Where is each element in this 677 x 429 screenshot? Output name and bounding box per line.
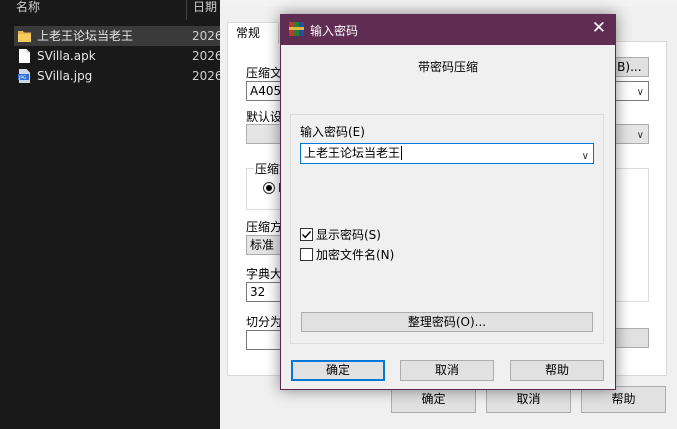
close-icon[interactable]: ✕ (592, 18, 606, 38)
file-name: 上老王论坛当老王 (37, 29, 134, 43)
image-file-icon: JPG (18, 69, 30, 83)
file-name: SVilla.jpg (37, 69, 93, 83)
tab-general[interactable]: 常规 (227, 22, 279, 44)
default-profile-label: 默认设 (246, 110, 283, 124)
archive-name-label: 压缩文 (246, 66, 283, 80)
dialog-help-button[interactable]: 帮助 (510, 360, 604, 381)
cancel-button[interactable]: 取消 (486, 386, 571, 413)
column-separator[interactable] (186, 0, 187, 20)
file-row[interactable]: JPG SVilla.jpg 2026 (14, 66, 223, 86)
file-date: 2026 (192, 49, 223, 63)
file-name: SVilla.apk (37, 49, 96, 63)
folder-icon (18, 31, 31, 42)
radio-dot (266, 185, 272, 191)
checkmark-icon (302, 231, 312, 239)
file-icon (19, 49, 30, 63)
winrar-logo-icon (289, 22, 304, 36)
method-label: 压缩方 (246, 220, 283, 234)
encrypt-filenames-checkbox[interactable] (300, 248, 313, 261)
column-header-date[interactable]: 日期 (193, 0, 217, 20)
password-dialog-titlebar[interactable]: 输入密码 ✕ (280, 14, 616, 45)
split-label: 切分为 (246, 315, 283, 329)
archive-dialog-titlebar (220, 0, 677, 6)
svg-text:JPG: JPG (18, 75, 27, 81)
file-row[interactable]: SVilla.apk 2026 (14, 46, 223, 66)
password-input[interactable]: 上老王论坛当老王 ∨ (300, 143, 594, 164)
dialog-title: 输入密码 (310, 24, 359, 38)
chevron-down-icon: ∨ (636, 87, 644, 98)
password-label: 输入密码(E) (300, 125, 365, 139)
dialog-ok-button[interactable]: 确定 (291, 360, 385, 381)
file-date: 2026 (192, 69, 223, 83)
dialog-heading: 带密码压缩 (417, 60, 478, 74)
text-cursor (401, 146, 403, 160)
chevron-down-icon[interactable]: ∨ (582, 147, 589, 163)
show-password-label[interactable]: 显示密码(S) (316, 228, 381, 242)
dialog-cancel-button[interactable]: 取消 (400, 360, 494, 381)
chevron-down-icon: ∨ (636, 130, 644, 141)
file-row[interactable]: 上老王论坛当老王 2026 (14, 26, 223, 46)
radio-rar[interactable] (263, 182, 275, 194)
column-header-name[interactable]: 名称 (16, 0, 40, 20)
ok-button[interactable]: 确定 (391, 386, 476, 413)
password-input-text: 上老王论坛当老王 (304, 146, 401, 160)
show-password-checkbox[interactable] (300, 228, 313, 241)
encrypt-filenames-label[interactable]: 加密文件名(N) (316, 248, 394, 262)
dict-size-label: 字典大 (246, 267, 283, 281)
organize-passwords-button[interactable]: 整理密码(O)... (301, 312, 593, 332)
file-date: 2026 (192, 29, 223, 43)
help-button[interactable]: 帮助 (581, 386, 666, 413)
